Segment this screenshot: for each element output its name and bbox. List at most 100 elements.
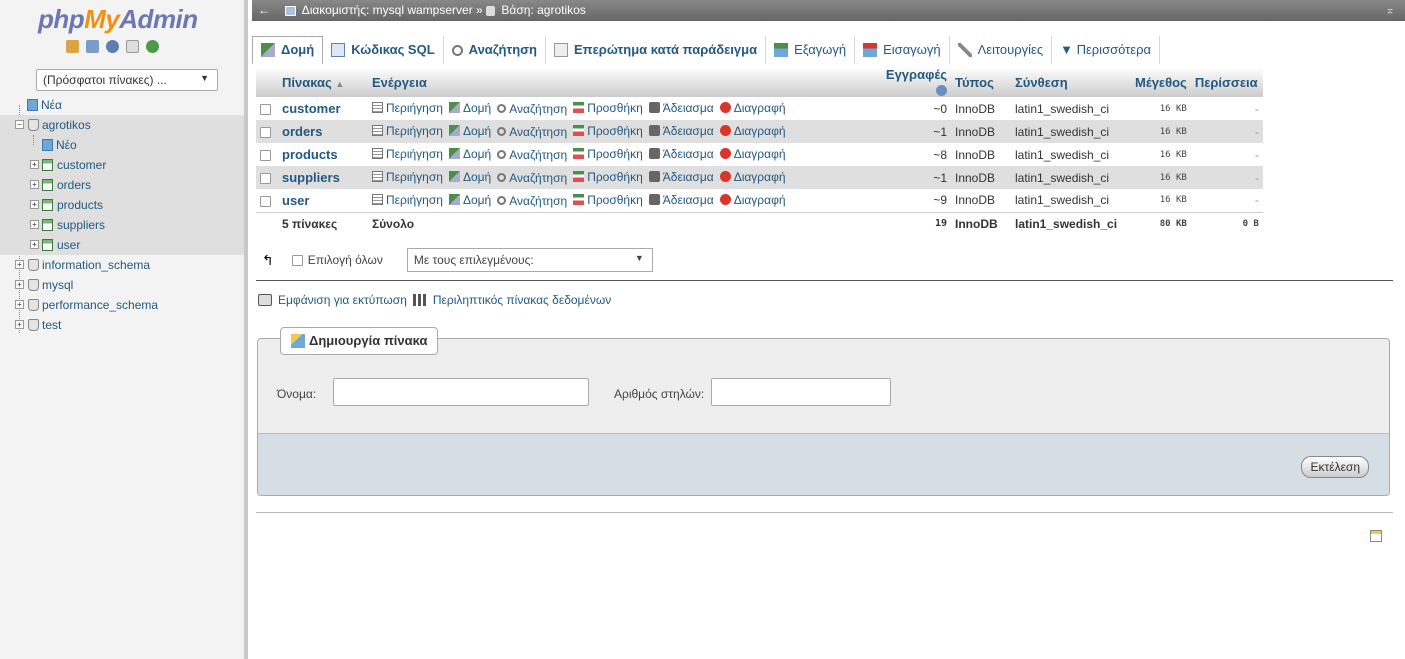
tab-import[interactable]: Εισαγωγή [855,36,950,64]
expand-icon[interactable]: + [30,240,39,249]
check-all-label[interactable]: Επιλογή όλων [308,253,383,267]
tab-operations[interactable]: Λειτουργίες [950,36,1053,64]
tab-structure[interactable]: Δομή [252,36,324,64]
tab-export[interactable]: Εξαγωγή [766,36,856,64]
collapse-icon[interactable]: ⌅ [1385,0,1395,21]
table-name-input[interactable] [333,378,589,406]
tree-item-agrotikos[interactable]: − agrotikos [0,115,244,135]
action-insert[interactable]: Προσθήκη [573,101,643,115]
col-size[interactable]: Μέγεθος [1131,67,1191,97]
tree-item-test[interactable]: + test [0,315,244,335]
print-view-link[interactable]: Εμφάνιση για εκτύπωση [278,293,407,307]
go-button[interactable]: Εκτέλεση [1301,456,1369,478]
table-size[interactable]: 16 KB [1131,189,1191,212]
action-browse[interactable]: Περιήγηση [372,147,443,161]
help-icon[interactable] [936,85,947,97]
table-name-link[interactable]: customer [282,101,341,116]
action-browse[interactable]: Περιήγηση [372,124,443,138]
expand-icon[interactable]: + [15,260,24,269]
row-checkbox[interactable] [260,126,271,138]
action-structure[interactable]: Δομή [448,193,491,207]
action-insert[interactable]: Προσθήκη [573,147,643,161]
action-empty[interactable]: Άδειασμα [648,101,714,115]
tab-sql[interactable]: Κώδικας SQL [323,36,444,64]
expand-icon[interactable]: + [15,300,24,309]
action-structure[interactable]: Δομή [448,170,491,184]
collapse-icon[interactable]: − [15,120,24,129]
row-checkbox[interactable] [260,103,271,115]
action-search[interactable]: Αναζήτηση [497,194,567,208]
table-name-link[interactable]: orders [282,124,322,139]
tab-search[interactable]: Αναζήτηση [444,36,546,64]
action-drop[interactable]: Διαγραφή [719,193,786,207]
row-checkbox[interactable] [260,195,271,207]
tree-item-mysql[interactable]: + mysql [0,275,244,295]
action-empty[interactable]: Άδειασμα [648,124,714,138]
table-size[interactable]: 16 KB [1131,166,1191,189]
table-size[interactable]: 16 KB [1131,120,1191,143]
home-icon[interactable] [66,40,79,53]
table-name-link[interactable]: products [282,147,338,162]
tree-item-new-table[interactable]: Νέο [0,135,244,155]
tree-item-customer[interactable]: + customer [0,155,244,175]
action-insert[interactable]: Προσθήκη [573,193,643,207]
action-drop[interactable]: Διαγραφή [719,170,786,184]
action-insert[interactable]: Προσθήκη [573,170,643,184]
table-size[interactable]: 16 KB [1131,97,1191,120]
tree-item-orders[interactable]: + orders [0,175,244,195]
col-overhead[interactable]: Περίσσεια [1190,67,1263,97]
action-browse[interactable]: Περιήγηση [372,101,443,115]
tree-item-information-schema[interactable]: + information_schema [0,255,244,275]
action-browse[interactable]: Περιήγηση [372,193,443,207]
help-icon[interactable] [106,40,119,53]
tab-query[interactable]: Επερώτημα κατά παράδειγμα [546,36,767,64]
phpmyadmin-logo[interactable]: phpMyAdmin [38,4,198,35]
expand-icon[interactable]: + [30,200,39,209]
table-name-link[interactable]: user [282,193,309,208]
row-checkbox[interactable] [260,149,271,161]
tree-item-suppliers[interactable]: + suppliers [0,215,244,235]
action-empty[interactable]: Άδειασμα [648,170,714,184]
console-icon[interactable] [1370,530,1382,542]
action-empty[interactable]: Άδειασμα [648,193,714,207]
table-name-link[interactable]: suppliers [282,170,340,185]
tree-item-new[interactable]: Νέα [0,95,244,115]
table-size[interactable]: 16 KB [1131,143,1191,166]
columns-count-input[interactable] [711,378,891,406]
row-checkbox[interactable] [260,172,271,184]
tree-item-products[interactable]: + products [0,195,244,215]
action-insert[interactable]: Προσθήκη [573,124,643,138]
docs-icon[interactable] [126,40,139,53]
expand-icon[interactable]: + [30,180,39,189]
action-search[interactable]: Αναζήτηση [497,102,567,116]
action-structure[interactable]: Δομή [448,101,491,115]
action-structure[interactable]: Δομή [448,124,491,138]
with-selected-select[interactable]: Με τους επιλεγμένους: ▼ [406,248,653,272]
col-rows[interactable]: Εγγραφές [871,67,951,97]
tree-item-user[interactable]: + user [0,235,244,255]
breadcrumb-server[interactable]: Διακομιστής: mysql wampserver [302,3,473,17]
action-search[interactable]: Αναζήτηση [497,148,567,162]
expand-icon[interactable]: + [15,320,24,329]
expand-icon[interactable]: + [15,280,24,289]
action-drop[interactable]: Διαγραφή [719,124,786,138]
expand-icon[interactable]: + [30,160,39,169]
col-collation[interactable]: Σύνθεση [1011,67,1131,97]
reload-icon[interactable] [146,40,159,53]
col-type[interactable]: Τύπος [951,67,1011,97]
back-arrow-icon[interactable]: ← [256,0,272,21]
logout-icon[interactable] [86,40,99,53]
action-search[interactable]: Αναζήτηση [497,125,567,139]
breadcrumb-database[interactable]: Βάση: agrotikos [501,3,585,17]
col-table[interactable]: Πίνακας ▲ [278,67,368,97]
action-browse[interactable]: Περιήγηση [372,170,443,184]
action-search[interactable]: Αναζήτηση [497,171,567,185]
action-empty[interactable]: Άδειασμα [648,147,714,161]
tree-item-performance-schema[interactable]: + performance_schema [0,295,244,315]
action-structure[interactable]: Δομή [448,147,491,161]
action-drop[interactable]: Διαγραφή [719,147,786,161]
data-dictionary-link[interactable]: Περιληπτικός πίνακας δεδομένων [433,293,611,307]
tab-more[interactable]: ▼ Περισσότερα [1052,36,1161,64]
recent-tables-select[interactable]: (Πρόσφατοι πίνακες) ... ▼ [36,69,218,91]
check-all-checkbox[interactable] [291,254,303,266]
